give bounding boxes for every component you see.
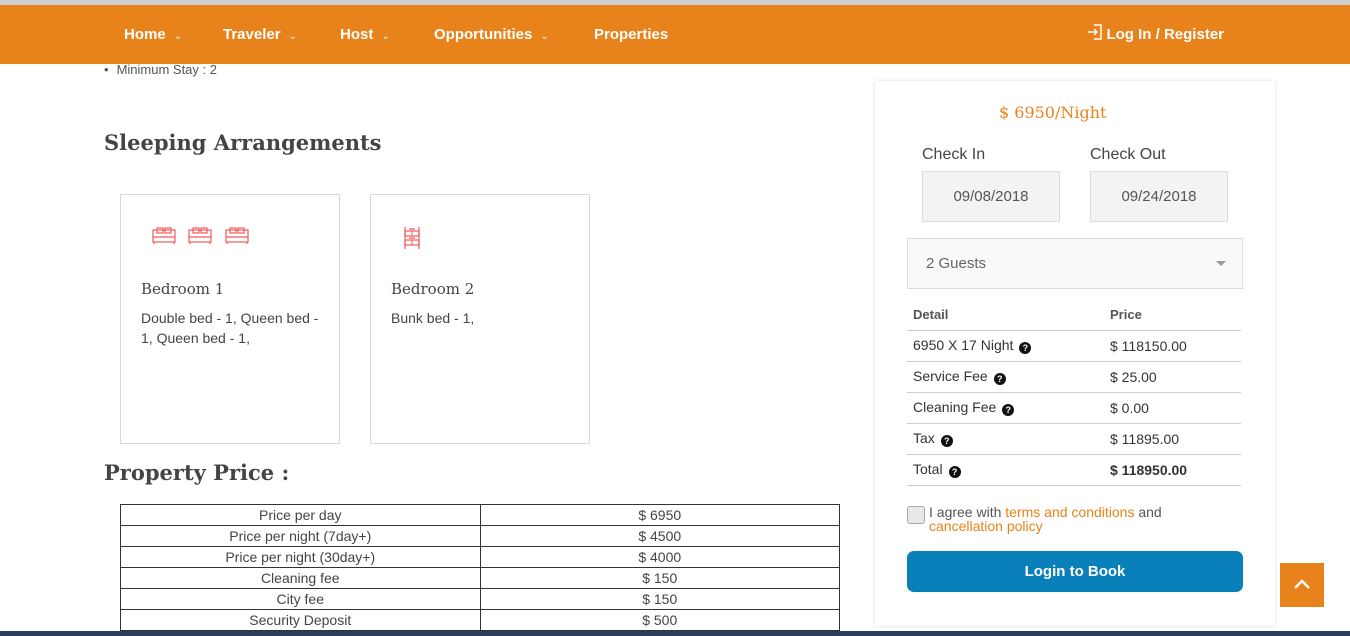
detail-label: 6950 X 17 Night <box>913 337 1014 353</box>
sleeping-arrangements-title: Sleeping Arrangements <box>104 130 382 155</box>
nav-home-label: Home <box>124 26 166 43</box>
question-circle-icon[interactable]: ? <box>940 435 953 447</box>
double-bed-icon <box>152 227 176 244</box>
nav-traveler[interactable]: Traveler ⌄ <box>223 5 297 64</box>
nav-properties[interactable]: Properties <box>594 5 668 64</box>
bedroom-name: Bedroom 1 <box>141 280 225 298</box>
chevron-down-icon: ⌄ <box>173 31 183 42</box>
detail-label: Tax <box>913 430 935 446</box>
nav-opportunities[interactable]: Opportunities ⌄ <box>434 5 549 64</box>
table-row: Service Fee? $ 25.00 <box>907 361 1241 393</box>
sign-in-icon <box>1086 5 1104 64</box>
table-row: Security Deposit $ 500 <box>120 609 840 631</box>
nightly-rate: $ 6950/Night <box>999 103 1107 122</box>
minimum-stay-text: Minimum Stay : 2 <box>116 62 217 77</box>
nav-home[interactable]: Home ⌄ <box>124 5 182 64</box>
detail-label: Total <box>913 461 943 477</box>
chevron-up-icon <box>1294 579 1310 589</box>
nav-host-label: Host <box>340 26 374 43</box>
bullet-icon: • <box>104 62 109 77</box>
cancellation-policy-link[interactable]: cancellation policy <box>929 518 1043 534</box>
price-value: $ 4000 <box>479 546 840 568</box>
bedroom-card: Bedroom 2 Bunk bed - 1, <box>370 194 590 444</box>
nav-host[interactable]: Host ⌄ <box>340 5 390 64</box>
price-label: Security Deposit <box>120 609 481 631</box>
login-register-link[interactable]: Log In / Register <box>1086 5 1224 64</box>
guests-select[interactable]: 2 Guests <box>907 238 1243 289</box>
caret-down-icon <box>1216 261 1226 266</box>
check-out-input[interactable]: 09/24/2018 <box>1090 171 1228 222</box>
question-circle-icon[interactable]: ? <box>1019 342 1032 354</box>
double-bed-icon <box>188 227 213 244</box>
total-price: $ 118950.00 <box>1104 454 1241 486</box>
property-price-table: Price per day $ 6950 Price per night (7da… <box>120 504 840 631</box>
guests-value: 2 Guests <box>926 255 987 272</box>
table-row: Price per night (7day+) $ 4500 <box>120 525 840 547</box>
scroll-to-top-button[interactable] <box>1280 563 1324 607</box>
table-row: City fee $ 150 <box>120 588 840 610</box>
table-row: Cleaning fee $ 150 <box>120 567 840 589</box>
bunk-bed-icon <box>404 227 420 249</box>
login-to-book-button[interactable]: Login to Book <box>907 551 1243 592</box>
column-header-price: Price <box>1104 299 1241 331</box>
price-label: Price per night (7day+) <box>120 525 481 547</box>
bedroom-card: Bedroom 1 Double bed - 1, Queen bed - 1,… <box>120 194 340 444</box>
chevron-down-icon: ⌄ <box>540 31 549 42</box>
double-bed-icon <box>225 227 249 244</box>
table-header-row: Detail Price <box>907 299 1241 331</box>
terms-checkbox[interactable] <box>907 506 925 524</box>
price-breakdown-table: Detail Price 6950 X 17 Night? $ 118150.0… <box>907 299 1241 486</box>
login-register-label: Log In / Register <box>1106 26 1224 43</box>
price-label: Cleaning fee <box>120 567 481 589</box>
main-navbar: Home ⌄ Traveler ⌄ Host ⌄ Opportunities ⌄ Pro… <box>0 5 1350 64</box>
minimum-stay-item: • Minimum Stay : 2 <box>104 62 217 77</box>
price-label: Price per night (30day+) <box>120 546 481 568</box>
nav-traveler-label: Traveler <box>223 26 281 43</box>
nav-properties-label: Properties <box>594 26 669 43</box>
price-value: $ 150 <box>479 588 840 610</box>
bedroom-name: Bedroom 2 <box>391 280 475 298</box>
table-row: Price per day $ 6950 <box>120 504 840 526</box>
price-value: $ 150 <box>479 567 840 589</box>
table-row: Cleaning Fee? $ 0.00 <box>907 392 1241 424</box>
price-label: City fee <box>120 588 481 610</box>
bed-icons <box>151 225 256 249</box>
taskbar-strip <box>0 631 1350 636</box>
table-row: Price per night (30day+) $ 4000 <box>120 546 840 568</box>
price-value: $ 500 <box>479 609 840 631</box>
chevron-down-icon: ⌄ <box>381 31 390 42</box>
price-value: $ 4500 <box>479 525 840 547</box>
detail-label: Service Fee <box>913 368 988 384</box>
table-row: Tax? $ 11895.00 <box>907 423 1241 455</box>
bedroom-detail: Double bed - 1, Queen bed - 1, Queen bed… <box>141 310 319 346</box>
nav-opportunities-label: Opportunities <box>434 26 533 43</box>
agree-and: and <box>1138 504 1162 520</box>
terms-text: I agree with terms and conditions and ca… <box>929 505 1229 533</box>
question-circle-icon[interactable]: ? <box>948 466 961 478</box>
bedroom-detail: Bunk bed - 1, <box>391 310 475 326</box>
question-circle-icon[interactable]: ? <box>1002 404 1015 416</box>
check-in-label: Check In <box>922 146 986 163</box>
check-out-label: Check Out <box>1090 146 1166 163</box>
check-in-input[interactable]: 09/08/2018 <box>922 171 1060 222</box>
bed-icons <box>401 225 429 249</box>
table-row-total: Total? $ 118950.00 <box>907 454 1241 486</box>
detail-price: $ 0.00 <box>1104 392 1241 424</box>
question-circle-icon[interactable]: ? <box>993 373 1006 385</box>
column-header-detail: Detail <box>907 299 1104 331</box>
price-value: $ 6950 <box>479 504 840 526</box>
table-row: 6950 X 17 Night? $ 118150.00 <box>907 330 1241 362</box>
booking-panel: $ 6950/Night Check In Check Out 09/08/20… <box>875 81 1275 626</box>
price-label: Price per day <box>120 504 481 526</box>
detail-price: $ 118150.00 <box>1104 330 1241 362</box>
chevron-down-icon: ⌄ <box>288 31 297 42</box>
detail-label: Cleaning Fee <box>913 399 997 415</box>
detail-price: $ 11895.00 <box>1104 423 1241 455</box>
detail-price: $ 25.00 <box>1104 361 1241 393</box>
property-price-title: Property Price : <box>104 460 290 485</box>
